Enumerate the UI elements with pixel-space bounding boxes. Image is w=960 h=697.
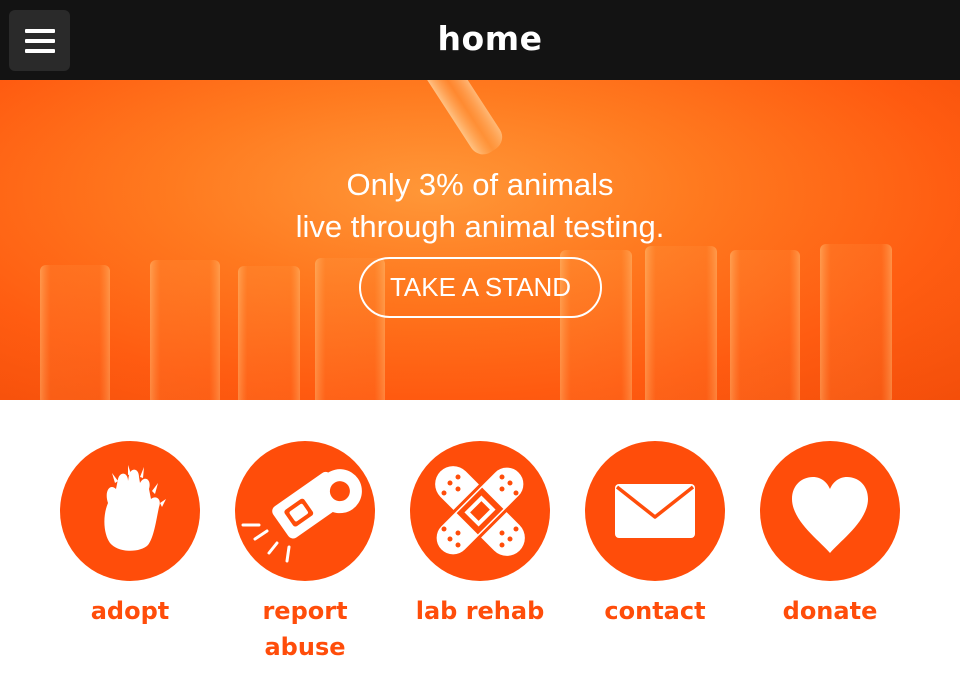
hero-banner: Only 3% of animals live through animal t… — [0, 80, 960, 400]
donate-action[interactable]: donate — [760, 441, 900, 629]
hero-headline-line-1: Only 3% of animals — [346, 167, 614, 202]
contact-circle[interactable] — [585, 441, 725, 581]
heart-icon — [792, 477, 868, 553]
adopt-label[interactable]: adopt — [60, 593, 200, 629]
lab-rehab-label[interactable]: lab rehab — [410, 593, 550, 629]
adopt-circle[interactable] — [60, 441, 200, 581]
report-abuse-label[interactable]: report abuse — [215, 593, 395, 665]
report-abuse-circle[interactable] — [235, 441, 375, 581]
hero-headline-line-2: live through animal testing. — [295, 209, 665, 244]
donate-circle[interactable] — [760, 441, 900, 581]
contact-label[interactable]: contact — [585, 593, 725, 629]
page-title: home — [437, 19, 543, 58]
donate-label[interactable]: donate — [760, 593, 900, 629]
take-a-stand-button[interactable]: TAKE A STAND — [359, 257, 602, 318]
envelope-icon — [615, 484, 695, 538]
contact-action[interactable]: contact — [585, 441, 725, 629]
report-abuse-action[interactable]: report abuse — [235, 441, 375, 665]
paw-icon — [104, 465, 166, 551]
lab-rehab-circle[interactable] — [410, 441, 550, 581]
top-bar: home — [0, 0, 960, 80]
bandage-icon — [433, 464, 527, 558]
report-abuse-label-text: report abuse — [262, 597, 348, 661]
whistle-icon — [241, 469, 362, 563]
adopt-action[interactable]: adopt — [60, 441, 200, 629]
lab-rehab-action[interactable]: lab rehab — [410, 441, 550, 629]
